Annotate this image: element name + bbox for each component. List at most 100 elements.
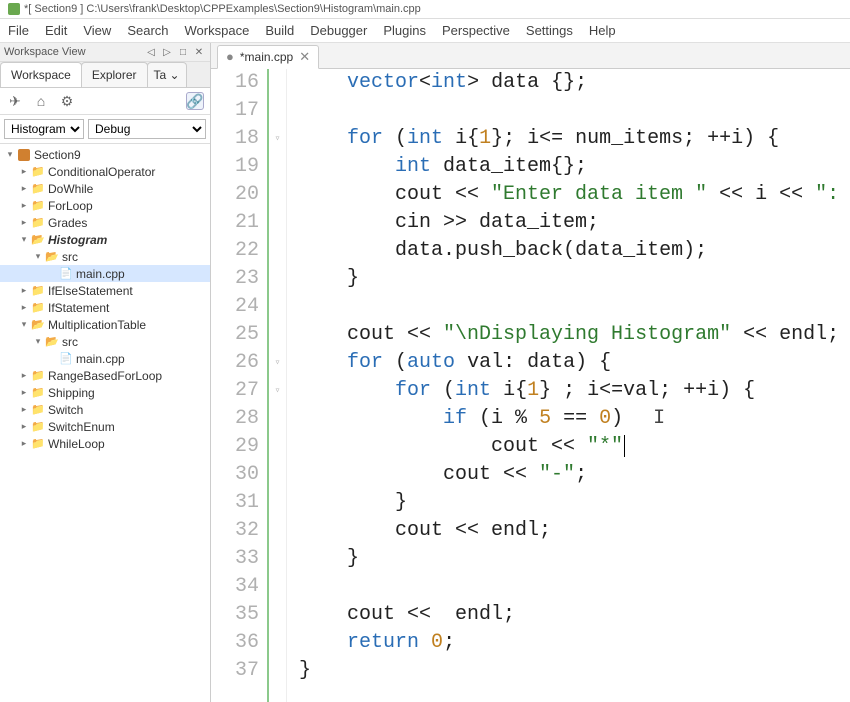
code-line[interactable]: data.push_back(data_item); (299, 237, 850, 265)
twisty-icon[interactable]: ▸ (18, 421, 30, 432)
code-line[interactable]: cout << endl; (299, 517, 850, 545)
file-tree[interactable]: ▾Section9▸ConditionalOperator▸DoWhile▸Fo… (0, 144, 210, 702)
code-line[interactable]: cout << "\nDisplaying Histogram" << endl… (299, 321, 850, 349)
config-select[interactable]: Debug (88, 119, 206, 139)
send-icon[interactable]: ✈ (6, 92, 24, 110)
twisty-icon[interactable]: ▸ (18, 387, 30, 398)
code-line[interactable]: for (int i{1}; i<= num_items; ++i) { (299, 125, 850, 153)
editor-tabs: ● *main.cpp ✕ (211, 43, 850, 69)
twisty-icon[interactable]: ▸ (18, 404, 30, 415)
tree-row[interactable]: ▸IfStatement (0, 299, 210, 316)
collapse-right-icon[interactable]: ▷ (160, 45, 174, 59)
code-editor[interactable]: 1617181920212223242526272829303132333435… (211, 69, 850, 702)
menu-settings[interactable]: Settings (526, 23, 573, 38)
twisty-icon[interactable]: ▾ (32, 251, 44, 262)
code-line[interactable] (299, 293, 850, 321)
code-line[interactable]: cout << "Enter data item " << i << ": "; (299, 181, 850, 209)
maximize-icon[interactable]: □ (176, 45, 190, 59)
twisty-icon[interactable]: ▸ (18, 438, 30, 449)
code-line[interactable]: int data_item{}; (299, 153, 850, 181)
fold-marker[interactable]: ▿ (269, 349, 286, 377)
code-line[interactable]: cout << "-"; (299, 461, 850, 489)
twisty-icon[interactable]: ▸ (18, 302, 30, 313)
folder-icon (31, 386, 45, 400)
twisty-icon[interactable]: ▾ (18, 234, 30, 245)
code-line[interactable] (299, 573, 850, 601)
twisty-icon[interactable]: ▾ (32, 336, 44, 347)
menu-search[interactable]: Search (127, 23, 168, 38)
code-line[interactable]: vector<int> data {}; (299, 69, 850, 97)
tree-row[interactable]: ▸Switch (0, 401, 210, 418)
twisty-icon[interactable]: ▾ (18, 319, 30, 330)
menu-file[interactable]: File (8, 23, 29, 38)
code-line[interactable]: cout << endl; (299, 601, 850, 629)
code-line[interactable]: cin >> data_item; (299, 209, 850, 237)
menu-view[interactable]: View (83, 23, 111, 38)
workspace-toolbar: ✈ ⌂ ⚙ 🔗 (0, 88, 210, 115)
tree-row[interactable]: ▾Section9 (0, 146, 210, 163)
tree-row[interactable]: ▸IfElseStatement (0, 282, 210, 299)
tab-more[interactable]: Ta ⌄ (147, 62, 187, 87)
code-line[interactable]: for (auto val: data) { (299, 349, 850, 377)
code-content[interactable]: vector<int> data {}; for (int i{1}; i<= … (287, 69, 850, 702)
twisty-icon[interactable]: ▸ (18, 217, 30, 228)
code-line[interactable]: } (299, 265, 850, 293)
tree-row[interactable]: ▸WhileLoop (0, 435, 210, 452)
menu-plugins[interactable]: Plugins (383, 23, 426, 38)
tree-row[interactable]: ▸ ForLoop (0, 197, 210, 214)
fold-column[interactable]: ▿▿▿ (269, 69, 287, 702)
tree-row[interactable]: main.cpp (0, 265, 210, 282)
twisty-icon[interactable]: ▾ (4, 149, 16, 160)
tree-row[interactable]: ▸Grades (0, 214, 210, 231)
menu-perspective[interactable]: Perspective (442, 23, 510, 38)
tree-row[interactable]: ▾Histogram (0, 231, 210, 248)
tree-row[interactable]: ▸DoWhile (0, 180, 210, 197)
tree-row[interactable]: ▸Shipping (0, 384, 210, 401)
tree-label: ForLoop (48, 199, 93, 213)
tree-row[interactable]: ▾MultiplicationTable (0, 316, 210, 333)
code-line[interactable]: } (299, 657, 850, 685)
close-icon[interactable]: ✕ (299, 49, 310, 65)
fold-marker[interactable]: ▿ (269, 125, 286, 153)
twisty-icon[interactable]: ▸ (18, 166, 30, 177)
code-line[interactable]: cout << "*" (299, 433, 850, 461)
twisty-icon[interactable]: ▸ (18, 285, 30, 296)
tab-explorer[interactable]: Explorer (81, 62, 148, 87)
twisty-icon[interactable]: ▸ (18, 200, 30, 211)
tree-row[interactable]: ▸SwitchEnum (0, 418, 210, 435)
folder-open-icon (45, 250, 59, 264)
twisty-icon[interactable]: ▸ (18, 183, 30, 194)
code-line[interactable]: } (299, 545, 850, 573)
editor-area: ● *main.cpp ✕ 16171819202122232425262728… (211, 43, 850, 702)
tree-row[interactable]: ▸RangeBasedForLoop (0, 367, 210, 384)
code-line[interactable]: if (i % 5 == 0)I (299, 405, 850, 433)
tree-row[interactable]: ▸ConditionalOperator (0, 163, 210, 180)
code-line[interactable] (299, 97, 850, 125)
menu-debugger[interactable]: Debugger (310, 23, 367, 38)
line-number: 32 (211, 517, 259, 545)
gear-icon[interactable]: ⚙ (58, 92, 76, 110)
collapse-left-icon[interactable]: ◁ (144, 45, 158, 59)
home-icon[interactable]: ⌂ (32, 92, 50, 110)
tab-workspace[interactable]: Workspace (0, 62, 82, 87)
menu-build[interactable]: Build (265, 23, 294, 38)
tree-row[interactable]: ▾src (0, 248, 210, 265)
code-line[interactable]: return 0; (299, 629, 850, 657)
menu-workspace[interactable]: Workspace (185, 23, 250, 38)
tree-row[interactable]: main.cpp (0, 350, 210, 367)
editor-tab-main[interactable]: ● *main.cpp ✕ (217, 45, 319, 69)
fold-marker[interactable]: ▿ (269, 377, 286, 405)
link-icon[interactable]: 🔗 (186, 92, 204, 110)
project-select[interactable]: Histogram (4, 119, 84, 139)
tree-label: src (62, 335, 78, 349)
menu-edit[interactable]: Edit (45, 23, 67, 38)
code-line[interactable]: } (299, 489, 850, 517)
code-line[interactable]: for (int i{1} ; i<=val; ++i) { (299, 377, 850, 405)
line-number: 28 (211, 405, 259, 433)
sidebar: Workspace View ◁ ▷ □ ✕ Workspace Explore… (0, 43, 211, 702)
tree-row[interactable]: ▾ src (0, 333, 210, 350)
modified-dot-icon: ● (226, 49, 234, 64)
twisty-icon[interactable]: ▸ (18, 370, 30, 381)
close-panel-icon[interactable]: ✕ (192, 45, 206, 59)
menu-help[interactable]: Help (589, 23, 616, 38)
